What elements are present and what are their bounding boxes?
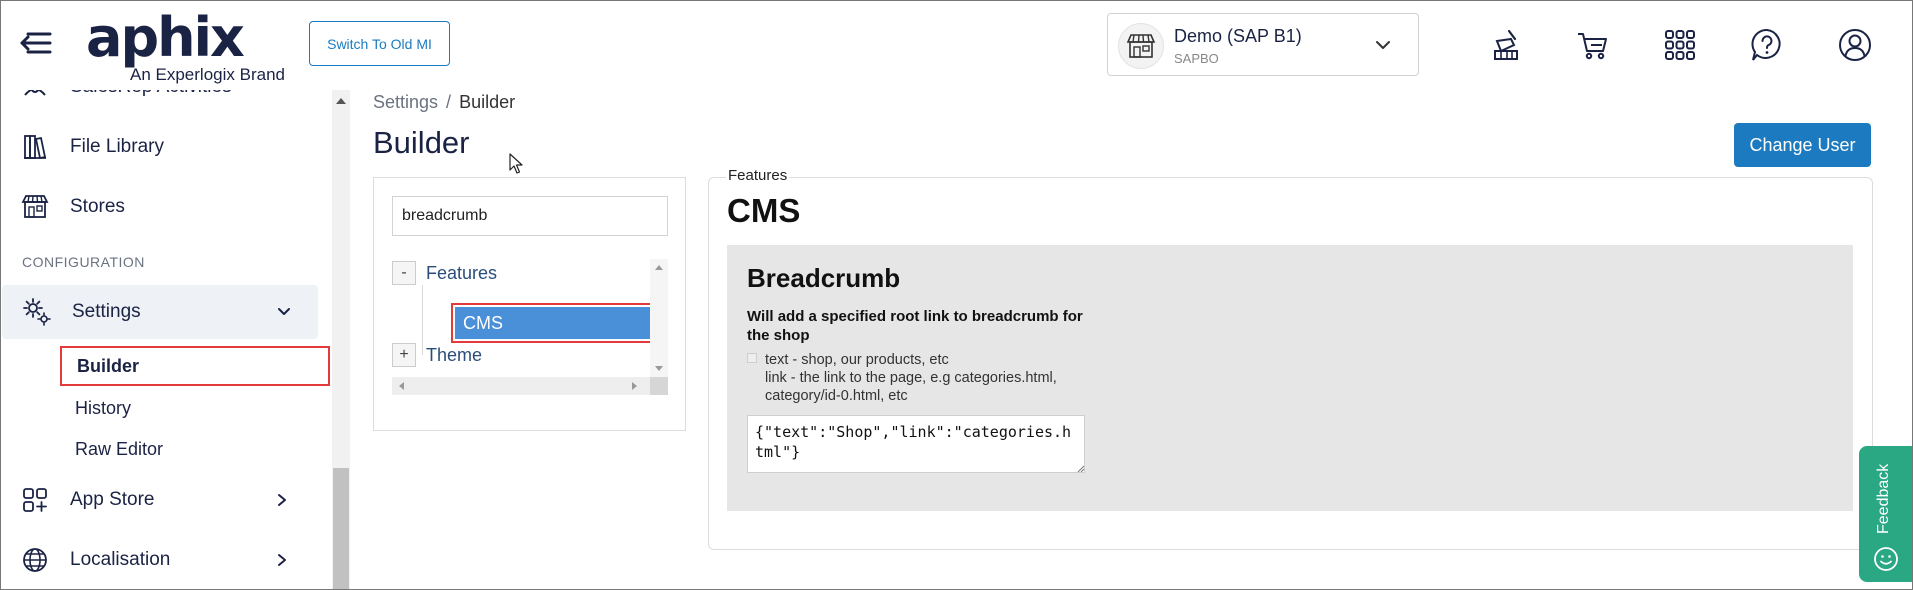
smiley-icon <box>1873 546 1899 572</box>
sidebar-item-label: Localisation <box>70 549 171 570</box>
chevron-right-icon <box>274 492 290 508</box>
sidebar-item-label: Settings <box>72 301 141 322</box>
sidebar-item-label: SalesRep Activities <box>70 90 232 98</box>
collapse-menu-icon[interactable] <box>18 28 54 58</box>
activities-icon <box>20 90 50 102</box>
feature-description: Will add a specified root link to breadc… <box>747 308 1083 344</box>
sidebar-subitem-raw-editor[interactable]: Raw Editor <box>60 429 330 469</box>
features-legend: Features <box>726 167 790 184</box>
breadcrumb-feature-card: Breadcrumb Will add a specified root lin… <box>727 245 1853 511</box>
help-row: link - the link to the page, e.g categor… <box>747 369 1127 405</box>
help-icon[interactable] <box>1746 24 1788 66</box>
feature-tree-panel: - Features CMS + Theme <box>373 177 686 431</box>
tree-node-label: CMS <box>455 307 656 339</box>
sidebar-subitem-history[interactable]: History <box>60 388 330 428</box>
expand-toggle[interactable]: + <box>392 343 416 367</box>
logo-tagline: An Experlogix Brand <box>130 65 285 84</box>
store-icon <box>20 192 50 222</box>
breadcrumb-json-textarea[interactable]: {"text":"Shop","link":"categories.html"} <box>747 415 1085 473</box>
top-header: aphix An Experlogix Brand Switch To Old … <box>0 0 1913 90</box>
scroll-down-arrow-icon[interactable] <box>655 366 663 371</box>
feedback-label: Feedback <box>1875 463 1892 534</box>
change-user-button[interactable]: Change User <box>1734 123 1871 167</box>
sidebar-item-app-store[interactable]: App Store <box>0 473 318 527</box>
sidebar-item-label: File Library <box>70 136 164 157</box>
tree-vertical-scrollbar[interactable] <box>650 259 668 377</box>
app-store-icon <box>20 485 50 515</box>
tree-node-features[interactable]: - Features <box>392 261 497 285</box>
collapse-toggle[interactable]: - <box>392 261 416 285</box>
feature-help-text: text - shop, our products, etc link - th… <box>747 351 1127 405</box>
feedback-tab[interactable]: Feedback <box>1859 446 1913 582</box>
chevron-right-icon <box>274 552 290 568</box>
scroll-right-arrow-icon[interactable] <box>632 382 637 390</box>
sidebar-scrollbar[interactable] <box>332 90 350 590</box>
feature-title: Breadcrumb <box>747 263 901 293</box>
switch-to-old-mi-button[interactable]: Switch To Old MI <box>309 21 450 66</box>
cart-icon[interactable] <box>1572 24 1614 66</box>
tree-node-label: Theme <box>426 344 483 365</box>
scrollbar-corner <box>650 377 668 395</box>
breadcrumb-settings-link[interactable]: Settings <box>373 92 438 112</box>
feature-tree: - Features CMS + Theme <box>392 259 668 395</box>
company-name: Demo (SAP B1) <box>1174 26 1302 46</box>
checkbox-icon <box>747 353 757 363</box>
sidebar-item-label: App Store <box>70 489 155 510</box>
settings-gears-icon <box>22 297 52 327</box>
sidebar-item-salesrep-activities[interactable]: SalesRep Activities <box>0 90 318 114</box>
breadcrumb: Settings / Builder <box>373 92 515 113</box>
section-title-cms: CMS <box>727 192 801 229</box>
apps-grid-icon[interactable] <box>1659 24 1701 66</box>
scrollbar-thumb[interactable] <box>333 468 349 590</box>
tree-node-cms[interactable]: CMS <box>451 303 660 343</box>
broom-icon[interactable] <box>1484 24 1526 66</box>
sidebar-item-settings[interactable]: Settings <box>2 285 318 339</box>
store-icon <box>1118 23 1164 69</box>
tree-horizontal-scrollbar[interactable] <box>392 377 668 395</box>
sidebar-subitem-builder[interactable]: Builder <box>60 346 330 386</box>
scroll-left-arrow-icon[interactable] <box>399 382 404 390</box>
help-line-link: link - the link to the page, e.g categor… <box>765 370 1057 404</box>
page-title: Builder <box>373 125 470 160</box>
resize-handle-icon[interactable] <box>1077 465 1085 473</box>
scroll-up-arrow-icon[interactable] <box>336 98 346 104</box>
breadcrumb-separator: / <box>446 92 452 112</box>
logo-wordmark: aphix <box>86 6 245 69</box>
company-code: SAPBO <box>1174 51 1219 66</box>
globe-icon <box>20 545 50 575</box>
breadcrumb-current: Builder <box>459 92 516 112</box>
help-line-text: text - shop, our products, etc <box>765 352 949 368</box>
tree-search-input[interactable] <box>392 196 668 236</box>
sidebar-nav: SalesRep Activities File Library <box>0 90 332 590</box>
tree-node-theme[interactable]: + Theme <box>392 343 482 367</box>
sidebar-item-stores[interactable]: Stores <box>0 180 318 234</box>
chevron-down-icon <box>1374 36 1392 54</box>
mouse-pointer-icon <box>509 153 523 175</box>
file-library-icon <box>20 132 50 162</box>
chevron-down-icon <box>276 304 292 320</box>
sidebar-item-file-library[interactable]: File Library <box>0 120 318 174</box>
user-profile-icon[interactable] <box>1834 24 1876 66</box>
tree-node-label: Features <box>426 262 498 283</box>
aphix-logo[interactable]: aphix An Experlogix Brand <box>86 6 296 85</box>
scroll-up-arrow-icon[interactable] <box>655 265 663 270</box>
sidebar-item-label: Stores <box>70 196 125 217</box>
section-label-configuration: CONFIGURATION <box>22 254 145 270</box>
help-row: text - shop, our products, etc <box>747 351 1127 369</box>
company-selector[interactable]: Demo (SAP B1) SAPBO <box>1107 13 1419 76</box>
sidebar-item-localisation[interactable]: Localisation <box>0 533 318 587</box>
